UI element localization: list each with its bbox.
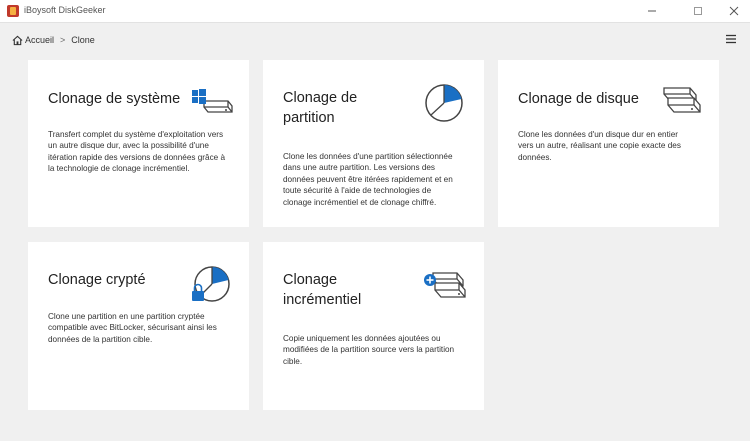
- breadcrumb: Accueil > Clone: [12, 33, 95, 47]
- card-title: Clonage de système: [48, 91, 181, 107]
- card-incremental-clone[interactable]: Clonage incrémentiel Copie uniquement le…: [263, 242, 484, 410]
- breadcrumb-separator: >: [60, 35, 66, 45]
- card-description: Clone une partition en une partition cry…: [48, 312, 217, 344]
- card-disk-clone[interactable]: Clonage de disque Clone les données d'un…: [498, 60, 719, 227]
- card-description: Clone les données d'un disque dur en ent…: [518, 130, 681, 162]
- card-description: Copie uniquement les données ajoutées ou…: [283, 334, 455, 366]
- card-encrypted-clone[interactable]: Clonage crypté Clone une partition en un…: [28, 242, 249, 410]
- card-system-clone[interactable]: Clonage de système Transfert complet du …: [28, 60, 249, 227]
- maximize-icon[interactable]: [690, 3, 706, 19]
- close-icon[interactable]: [726, 3, 742, 19]
- plus-disk-icon: [424, 272, 466, 298]
- breadcrumb-home[interactable]: Accueil: [25, 35, 54, 45]
- disk-stack-icon: [663, 87, 701, 113]
- card-description: Transfert complet du système d'exploitat…: [48, 130, 226, 174]
- card-description: Clone les données d'une partition sélect…: [283, 152, 453, 207]
- card-title: Clonage de partition: [283, 90, 358, 126]
- title-bar: iBoysoft DiskGeeker: [0, 0, 750, 23]
- window-title: iBoysoft DiskGeeker: [24, 5, 106, 15]
- card-title: Clonage de disque: [518, 91, 639, 107]
- home-icon[interactable]: [12, 35, 23, 46]
- hamburger-menu-icon[interactable]: [724, 32, 738, 46]
- lock-pie-icon: [192, 266, 230, 302]
- card-title: Clonage incrémentiel: [283, 272, 362, 308]
- minimize-icon[interactable]: [644, 3, 660, 19]
- breadcrumb-current: Clone: [71, 35, 95, 45]
- pie-partition-icon: [425, 84, 463, 122]
- windows-disk-icon: [192, 89, 233, 113]
- card-title: Clonage crypté: [48, 272, 146, 288]
- app-logo-icon: [7, 5, 19, 17]
- card-partition-clone[interactable]: Clonage de partition Clone les données d…: [263, 60, 484, 227]
